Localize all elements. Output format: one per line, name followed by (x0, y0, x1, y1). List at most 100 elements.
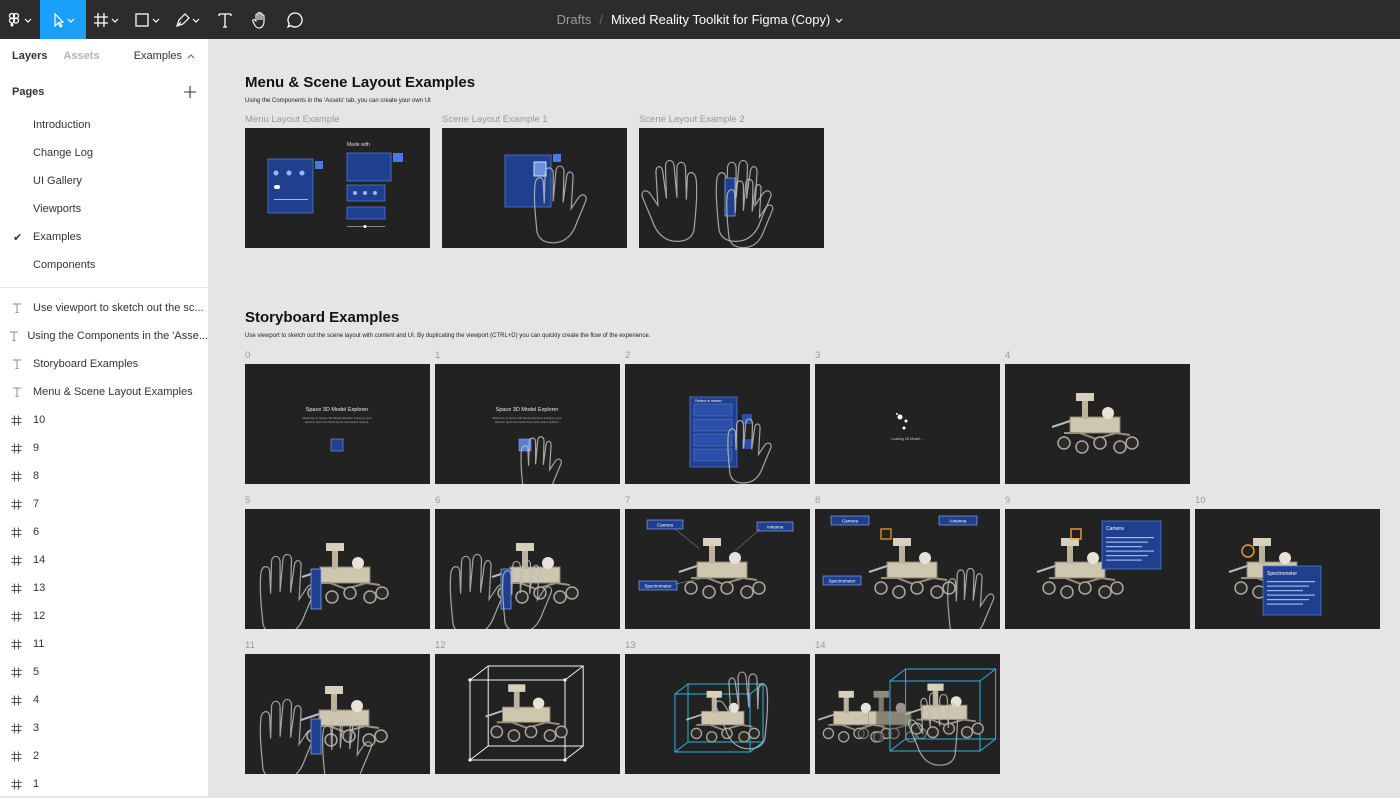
layer-label: 2 (33, 750, 40, 762)
frame-icon (0, 639, 33, 650)
frame-thumbnail: Spectrometer (1195, 509, 1380, 629)
svg-text:Space 3D Model Explorer: Space 3D Model Explorer (496, 407, 559, 413)
frame-2[interactable]: Select a model (625, 364, 810, 484)
storyboard-section-subtitle[interactable]: Use viewport to sketch out the scene lay… (245, 333, 650, 339)
frame-label[interactable]: 0 (245, 350, 250, 361)
layer-row[interactable]: 5 (0, 658, 208, 686)
layer-label: 11 (33, 638, 45, 650)
text-icon (0, 331, 27, 341)
frame-label[interactable]: 13 (625, 640, 636, 651)
frame-label[interactable]: 8 (815, 495, 820, 506)
frame-label[interactable]: 4 (1005, 350, 1010, 361)
layer-row[interactable]: 13 (0, 574, 208, 602)
layer-row[interactable]: 10 (0, 406, 208, 434)
layer-row[interactable]: 1 (0, 770, 208, 798)
layer-row[interactable]: Use viewport to sketch out the sc... (0, 294, 208, 322)
layer-row[interactable]: 7 (0, 490, 208, 518)
frame-label[interactable]: 14 (815, 640, 826, 651)
storyboard-section-title[interactable]: Storyboard Examples (245, 309, 399, 326)
page-item-introduction[interactable]: Introduction (0, 111, 208, 139)
frame-menu[interactable]: Made with (245, 128, 430, 248)
page-selector[interactable]: Examples (134, 50, 196, 62)
frame-8[interactable]: Camera Antenna Spectrometer (815, 509, 1000, 629)
frame-7[interactable]: Camera Antenna Spectrometer (625, 509, 810, 629)
text-tool-button[interactable] (208, 0, 242, 39)
layer-label: 10 (33, 414, 46, 426)
chevron-down-icon[interactable] (835, 12, 843, 27)
frame-14[interactable] (815, 654, 1000, 774)
shape-tool-button[interactable] (128, 0, 168, 39)
frame-hash-icon (94, 12, 119, 27)
frame-4[interactable] (1005, 364, 1190, 484)
frame-label[interactable]: 3 (815, 350, 820, 361)
frame-label[interactable]: 6 (435, 495, 440, 506)
layer-row[interactable]: 9 (0, 434, 208, 462)
frame-3[interactable]: Loading 3D Model... (815, 364, 1000, 484)
frame-1[interactable]: Space 3D Model Explorer Welcome to Space … (435, 364, 620, 484)
frame-label[interactable]: 9 (1005, 495, 1010, 506)
main-menu-button[interactable] (0, 0, 40, 39)
frame-icon (0, 667, 33, 678)
layer-row[interactable]: Menu & Scene Layout Examples (0, 378, 208, 406)
svg-text:Spectrometer: Spectrometer (644, 583, 672, 588)
hand-tool-button[interactable] (242, 0, 278, 39)
frame-scene1[interactable] (442, 128, 627, 248)
frame-label[interactable]: 2 (625, 350, 630, 361)
layer-row[interactable]: 3 (0, 714, 208, 742)
frame-scene2[interactable] (639, 128, 824, 248)
move-tool-button[interactable] (40, 0, 86, 39)
frame-6[interactable] (435, 509, 620, 629)
canvas[interactable]: Menu & Scene Layout Examples Using the C… (209, 39, 1400, 796)
layer-row[interactable]: 12 (0, 602, 208, 630)
frame-icon (0, 499, 33, 510)
page-item-examples[interactable]: ✔ Examples (0, 223, 208, 251)
layer-row[interactable]: 8 (0, 462, 208, 490)
svg-text:Camera: Camera (842, 518, 859, 523)
layer-row[interactable]: 6 (0, 518, 208, 546)
chevron-up-icon (187, 54, 195, 59)
page-item-components[interactable]: Components (0, 251, 208, 279)
layers-panel: Layers Assets Examples Pages Introductio… (0, 39, 209, 796)
pen-tool-button[interactable] (168, 0, 208, 39)
menu-section-title[interactable]: Menu & Scene Layout Examples (245, 74, 475, 91)
svg-text:Loading 3D Model...: Loading 3D Model... (891, 437, 922, 441)
frame-label[interactable]: 11 (245, 640, 255, 651)
file-name[interactable]: Mixed Reality Toolkit for Figma (Copy) (611, 12, 830, 27)
layer-label: 5 (33, 666, 40, 678)
frame-11[interactable] (245, 654, 430, 774)
frame-13[interactable] (625, 654, 810, 774)
layer-row[interactable]: Using the Components in the 'Asse... (0, 322, 208, 350)
layer-row[interactable]: 2 (0, 742, 208, 770)
frame-label[interactable]: 1 (435, 350, 440, 361)
frame-label[interactable]: 7 (625, 495, 630, 506)
layer-row[interactable]: 4 (0, 686, 208, 714)
frame-label[interactable]: 12 (435, 640, 446, 651)
tab-layers[interactable]: Layers (12, 50, 47, 62)
frame-12[interactable] (435, 654, 620, 774)
layer-row[interactable]: 14 (0, 546, 208, 574)
page-item-ui-gallery[interactable]: UI Gallery (0, 167, 208, 195)
breadcrumb-drafts[interactable]: Drafts (557, 12, 592, 27)
frame-tool-button[interactable] (86, 0, 128, 39)
frame-0[interactable]: Space 3D Model Explorer Welcome to Space … (245, 364, 430, 484)
menu-section-subtitle[interactable]: Using the Components in the 'Assets' tab… (245, 98, 431, 104)
frame-label[interactable]: Scene Layout Example 2 (639, 114, 745, 125)
frame-label[interactable]: 10 (1195, 495, 1206, 506)
layer-label: 4 (33, 694, 40, 706)
page-item-label: Viewports (33, 203, 82, 215)
frame-9[interactable]: Camera (1005, 509, 1190, 629)
tab-assets[interactable]: Assets (63, 50, 99, 62)
add-page-icon[interactable] (184, 86, 196, 98)
layer-row[interactable]: Storyboard Examples (0, 350, 208, 378)
frame-10[interactable]: Spectrometer (1195, 509, 1380, 629)
frame-label[interactable]: 5 (245, 495, 250, 506)
panel-tabs: Layers Assets Examples (0, 39, 208, 73)
page-item-change-log[interactable]: Change Log (0, 139, 208, 167)
frame-label[interactable]: Scene Layout Example 1 (442, 114, 548, 125)
page-item-viewports[interactable]: Viewports (0, 195, 208, 223)
frame-label[interactable]: Menu Layout Example (245, 114, 340, 125)
frame-5[interactable] (245, 509, 430, 629)
comment-tool-button[interactable] (278, 0, 312, 39)
layer-row[interactable]: 11 (0, 630, 208, 658)
layer-label: 3 (33, 722, 40, 734)
